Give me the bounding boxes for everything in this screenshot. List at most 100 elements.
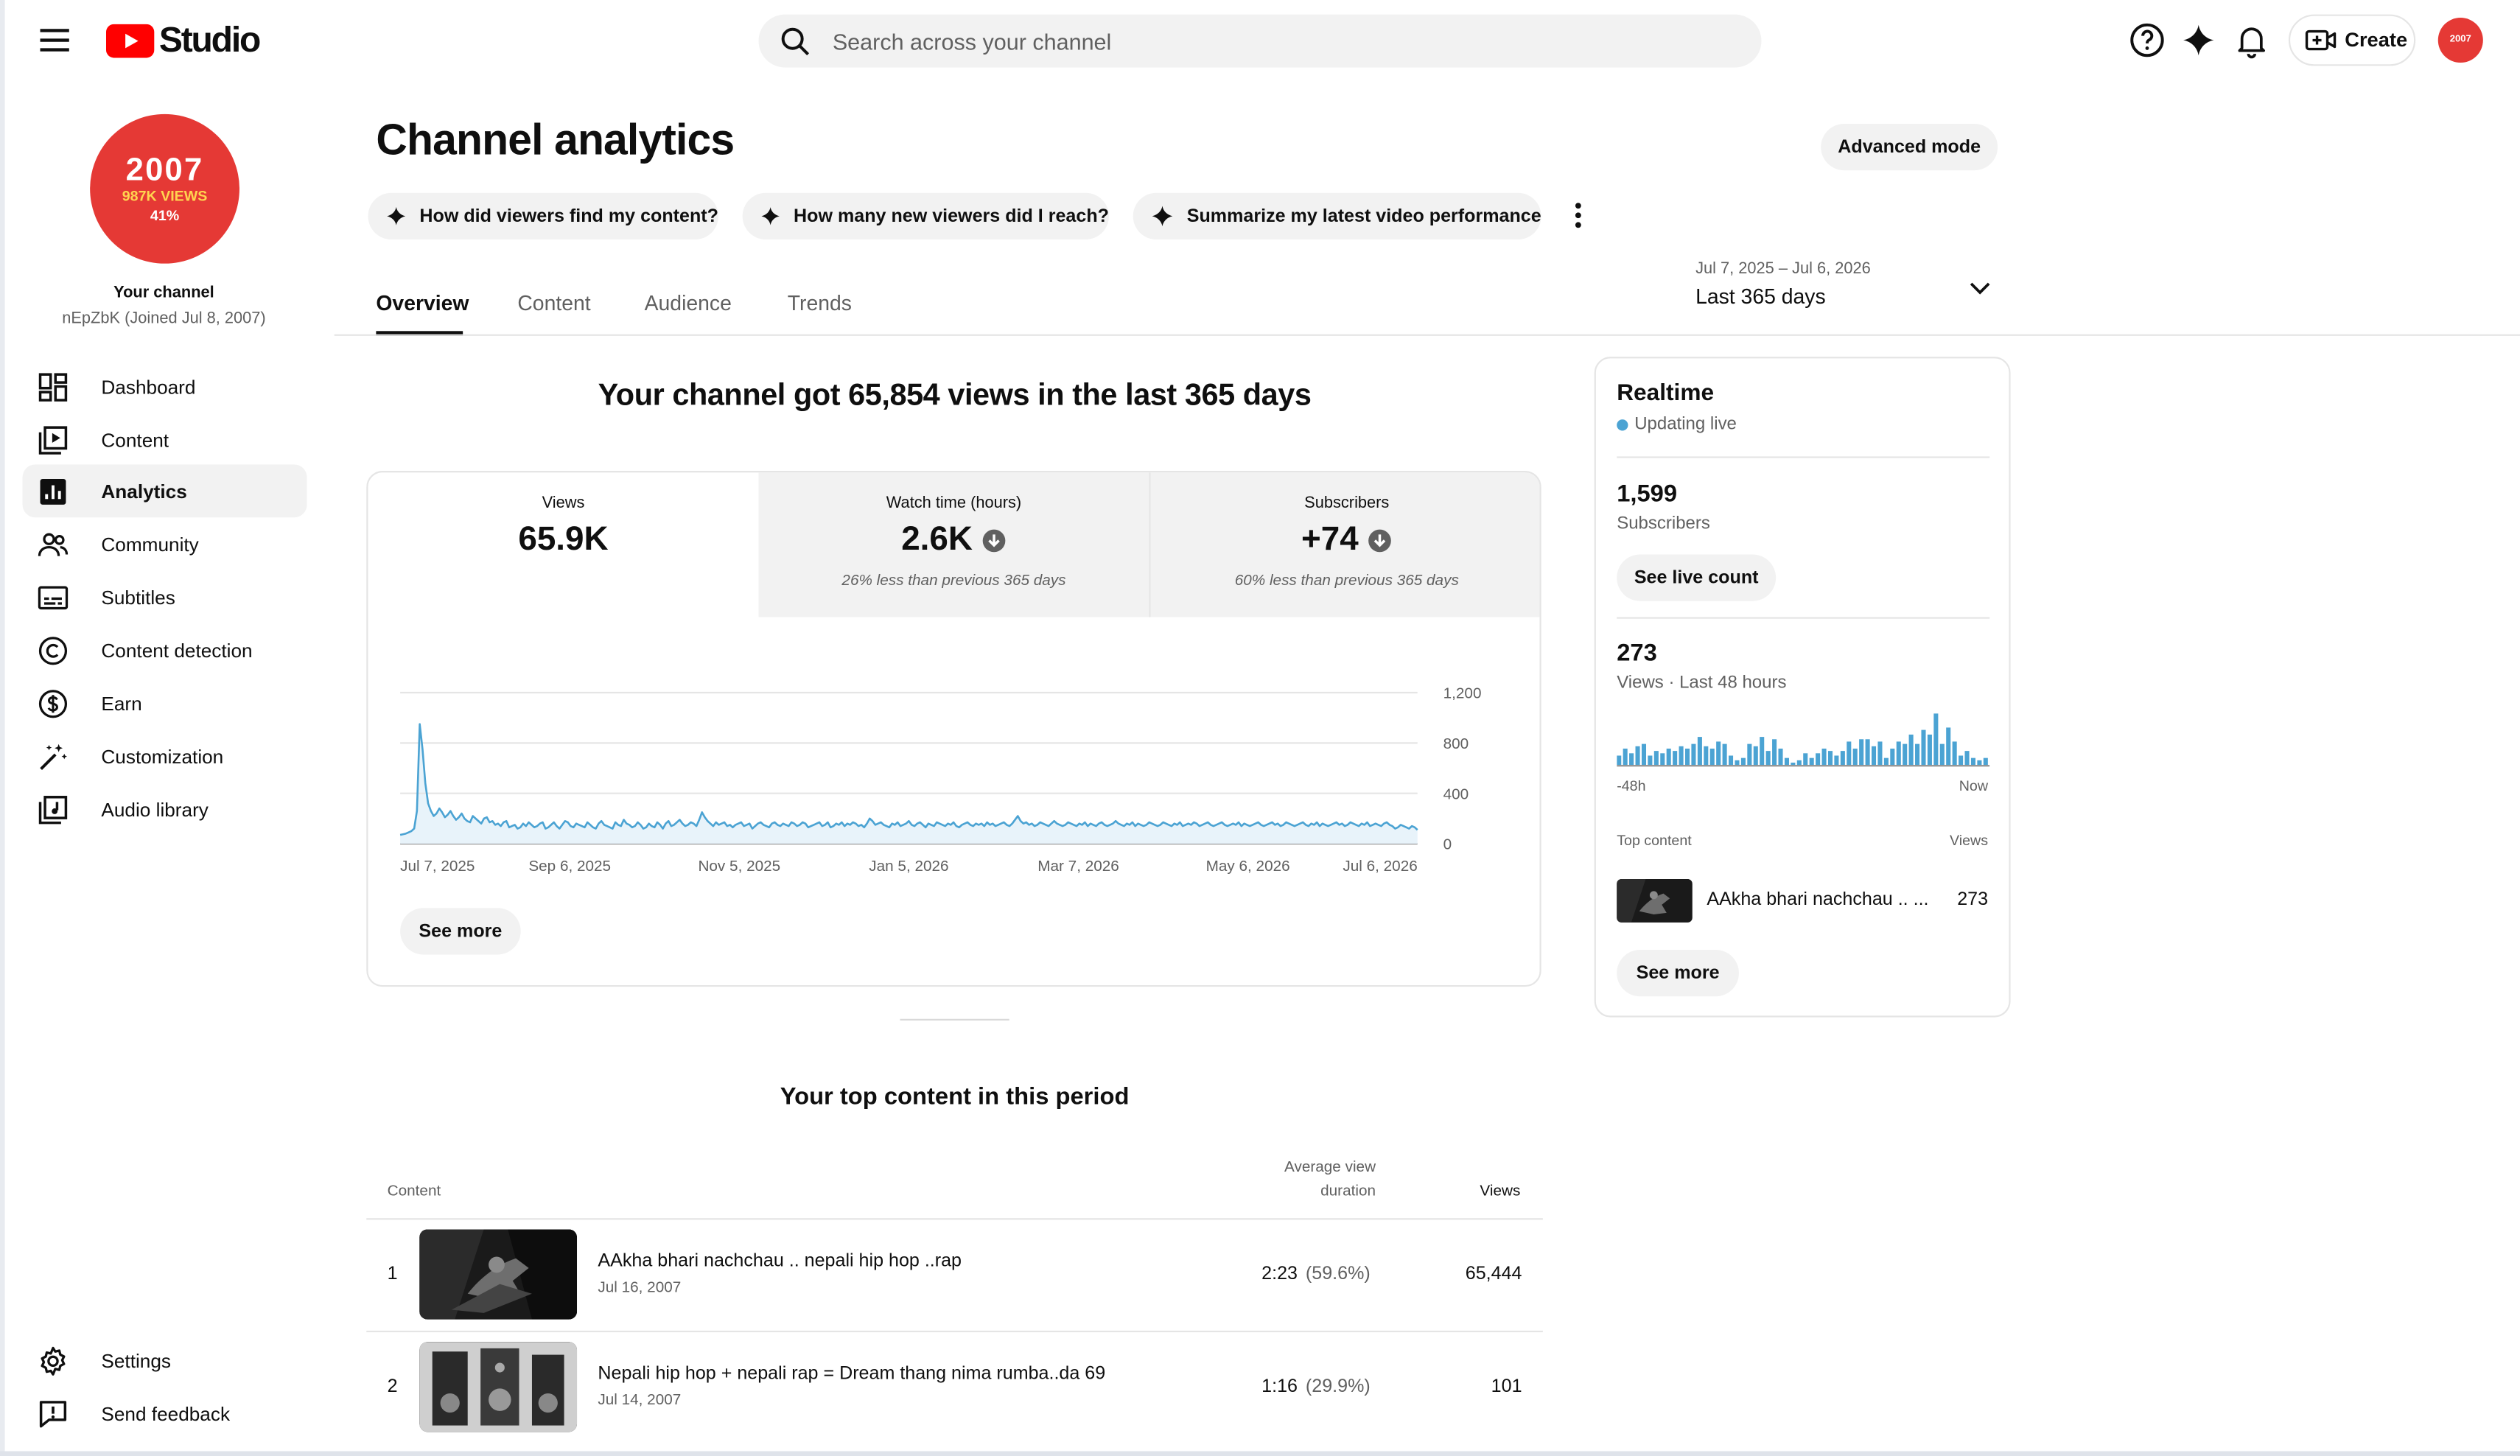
- ai-suggestion-chip[interactable]: How did viewers find my content?: [368, 192, 718, 239]
- realtime-bar[interactable]: [1903, 743, 1908, 766]
- tab-content[interactable]: Content: [517, 291, 590, 315]
- realtime-bar[interactable]: [1729, 755, 1734, 766]
- realtime-bar[interactable]: [1791, 763, 1796, 766]
- video-title[interactable]: AAkha bhari nachchau .. nepali hip hop .…: [598, 1252, 962, 1271]
- realtime-bar[interactable]: [1816, 753, 1821, 766]
- video-title[interactable]: Nepali hip hop + nepali rap = Dream than…: [598, 1365, 1105, 1384]
- realtime-bar[interactable]: [1629, 753, 1634, 766]
- realtime-bar[interactable]: [1840, 751, 1845, 766]
- top-video-title[interactable]: AAkha bhari nachchau .. ...: [1707, 890, 1928, 909]
- ai-suggestion-chip[interactable]: Summarize my latest video performance: [1133, 192, 1541, 239]
- notifications-bell-icon[interactable]: [2233, 21, 2271, 59]
- tab-overview[interactable]: Overview: [376, 291, 469, 315]
- views-series-line[interactable]: [399, 723, 1418, 836]
- sidebar-item-subtitles[interactable]: Subtitles: [23, 570, 307, 623]
- more-vert-icon[interactable]: [1564, 197, 1592, 233]
- see-live-count-button[interactable]: See live count: [1617, 554, 1777, 601]
- realtime-bar[interactable]: [1871, 746, 1877, 766]
- realtime-bar[interactable]: [1877, 741, 1883, 766]
- realtime-bar[interactable]: [1803, 753, 1808, 766]
- realtime-bar[interactable]: [1952, 741, 1957, 766]
- sidebar-item-settings[interactable]: Settings: [23, 1334, 307, 1387]
- realtime-bar[interactable]: [1709, 748, 1715, 766]
- sparkle-ai-icon[interactable]: [2180, 21, 2218, 59]
- sidebar-item-send-feedback[interactable]: Send feedback: [23, 1387, 307, 1440]
- table-row[interactable]: 1 AAkha bhari nachchau .. nepali hip hop…: [366, 1218, 1543, 1329]
- realtime-bar[interactable]: [1896, 741, 1901, 766]
- realtime-bar[interactable]: [1959, 755, 1964, 766]
- realtime-bar[interactable]: [1666, 748, 1671, 766]
- realtime-bar[interactable]: [1753, 746, 1758, 766]
- realtime-bar[interactable]: [1684, 748, 1690, 766]
- tab-trends[interactable]: Trends: [788, 291, 852, 315]
- realtime-bar[interactable]: [1617, 755, 1622, 766]
- search-bar[interactable]: [758, 14, 1762, 68]
- sidebar-item-dashboard[interactable]: Dashboard: [23, 360, 307, 413]
- realtime-bar[interactable]: [1740, 757, 1746, 766]
- realtime-bar[interactable]: [1970, 757, 1975, 766]
- realtime-bar[interactable]: [1722, 743, 1727, 766]
- realtime-bar[interactable]: [1623, 748, 1628, 766]
- realtime-bar[interactable]: [1847, 741, 1852, 766]
- metric-views[interactable]: Views 65.9K: [368, 472, 758, 617]
- sidebar-item-earn[interactable]: Earn: [23, 676, 307, 729]
- realtime-bar[interactable]: [1778, 748, 1783, 766]
- realtime-bar[interactable]: [1660, 753, 1665, 766]
- sidebar-item-audio-library[interactable]: Audio library: [23, 783, 307, 836]
- realtime-bar[interactable]: [1921, 729, 1926, 766]
- studio-logo[interactable]: Studio: [105, 19, 261, 61]
- realtime-bar[interactable]: [1760, 737, 1765, 766]
- realtime-bar[interactable]: [1890, 748, 1895, 766]
- realtime-bar[interactable]: [1908, 734, 1914, 766]
- realtime-bar[interactable]: [1915, 743, 1920, 766]
- video-thumbnail[interactable]: [1617, 879, 1693, 923]
- realtime-bar[interactable]: [1933, 713, 1939, 766]
- realtime-bar[interactable]: [1883, 757, 1889, 766]
- date-range-picker[interactable]: Jul 7, 2025 – Jul 6, 2026 Last 365 days: [1695, 260, 2001, 315]
- metric-subscribers[interactable]: Subscribers +74 60% less than previous 3…: [1150, 472, 1540, 617]
- tab-audience[interactable]: Audience: [645, 291, 732, 315]
- realtime-bar[interactable]: [1697, 737, 1702, 766]
- realtime-bar[interactable]: [1765, 751, 1771, 766]
- advanced-mode-button[interactable]: Advanced mode: [1821, 123, 1998, 171]
- realtime-bar[interactable]: [1635, 746, 1640, 766]
- hamburger-menu-icon[interactable]: [35, 21, 74, 59]
- channel-avatar[interactable]: 2007 987K VIEWS 41%: [90, 113, 239, 264]
- sidebar-item-content-detection[interactable]: Content detection: [23, 623, 307, 676]
- realtime-bar[interactable]: [1964, 751, 1970, 766]
- realtime-bar[interactable]: [1653, 751, 1659, 766]
- realtime-bar[interactable]: [1747, 743, 1752, 766]
- create-button[interactable]: Create: [2288, 14, 2416, 66]
- realtime-bar[interactable]: [1641, 743, 1647, 766]
- realtime-bar[interactable]: [1939, 743, 1945, 766]
- sidebar-item-analytics[interactable]: Analytics: [22, 464, 307, 518]
- account-avatar[interactable]: 2007: [2437, 17, 2483, 63]
- realtime-bar[interactable]: [1648, 755, 1653, 766]
- realtime-bar[interactable]: [1772, 739, 1777, 766]
- realtime-bar[interactable]: [1834, 755, 1839, 766]
- search-input[interactable]: [832, 28, 1733, 55]
- realtime-bar[interactable]: [1927, 734, 1932, 766]
- realtime-bar[interactable]: [1809, 757, 1814, 766]
- realtime-bar[interactable]: [1859, 739, 1864, 766]
- realtime-bar[interactable]: [1704, 746, 1709, 766]
- realtime-bar[interactable]: [1691, 743, 1696, 766]
- realtime-bar[interactable]: [1946, 727, 1951, 766]
- metric-watch-time[interactable]: Watch time (hours) 2.6K 26% less than pr…: [758, 472, 1149, 617]
- sidebar-item-customization[interactable]: Customization: [23, 729, 307, 783]
- realtime-bar[interactable]: [1977, 760, 1982, 766]
- realtime-bar[interactable]: [1679, 746, 1684, 766]
- realtime-bar[interactable]: [1735, 760, 1740, 766]
- ai-suggestion-chip[interactable]: How many new viewers did I reach?: [742, 192, 1109, 239]
- table-row[interactable]: 2 Nepali hip hop + nepali rap = Dream th…: [366, 1330, 1543, 1441]
- realtime-bar[interactable]: [1983, 757, 1988, 766]
- help-icon[interactable]: [2128, 21, 2166, 59]
- realtime-bar[interactable]: [1852, 748, 1858, 766]
- realtime-bar[interactable]: [1784, 757, 1789, 766]
- sidebar-item-content[interactable]: Content: [23, 413, 307, 466]
- realtime-bar[interactable]: [1796, 760, 1802, 766]
- realtime-bar[interactable]: [1865, 739, 1870, 766]
- video-thumbnail[interactable]: [419, 1229, 578, 1320]
- realtime-bar[interactable]: [1827, 751, 1833, 766]
- sidebar-item-community[interactable]: Community: [23, 517, 307, 570]
